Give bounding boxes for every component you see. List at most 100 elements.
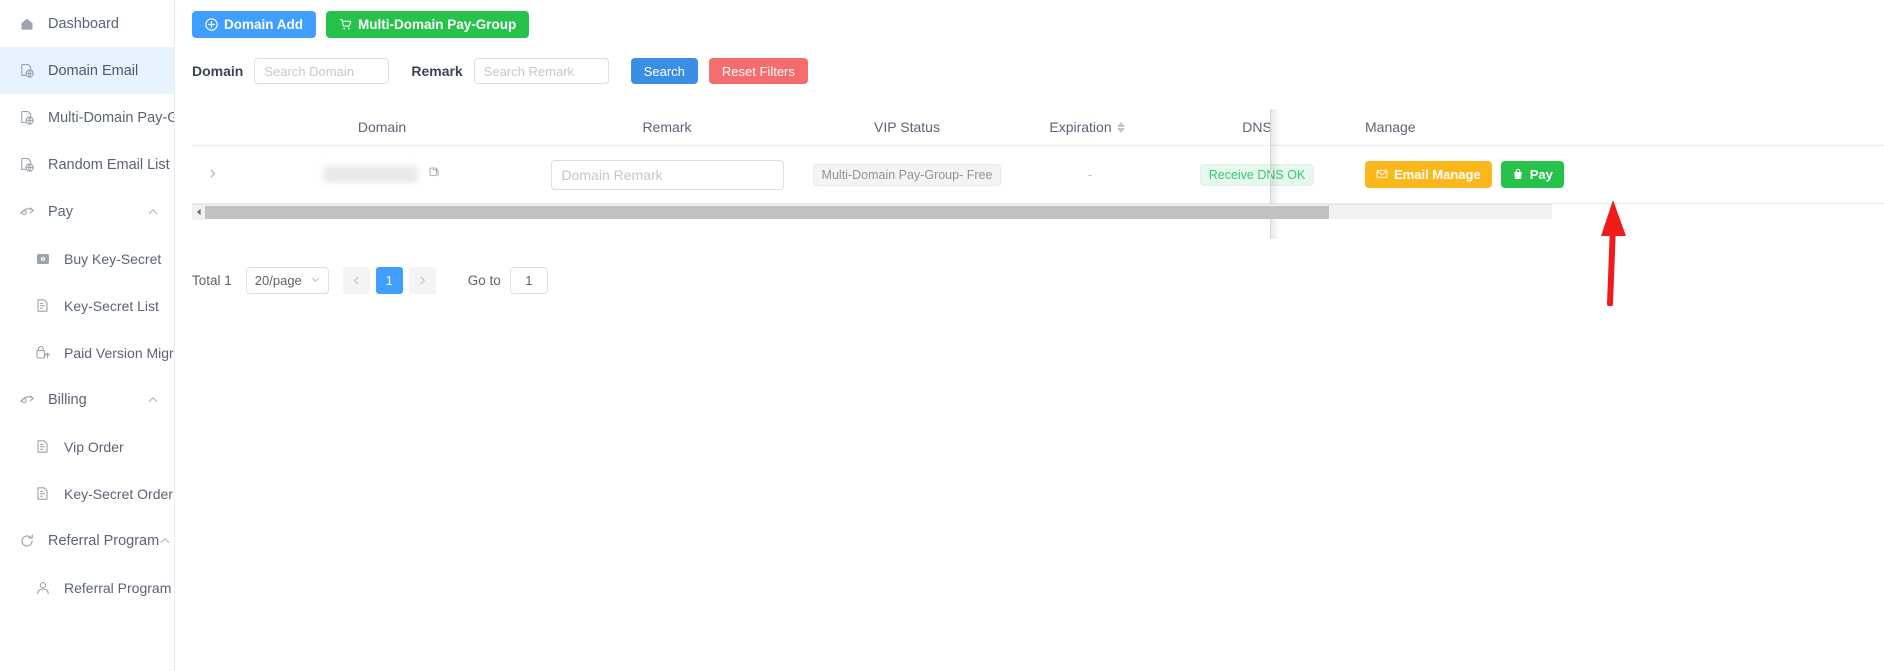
chevron-right-icon[interactable] [207, 167, 218, 182]
multi-domain-pay-group-label: Multi-Domain Pay-Group [358, 16, 517, 32]
row-manage-cell: Email Manage Pay [1352, 161, 1682, 188]
sidebar-item-buy-key-secret[interactable]: Buy Key-Secret [0, 235, 174, 282]
home-icon [18, 15, 35, 32]
sidebar-item-label: Paid Version Migration [64, 344, 174, 361]
sidebar-item-multi-domain-pay-group[interactable]: Multi-Domain Pay-Group [0, 94, 174, 141]
sidebar-item-domain-email[interactable]: Domain Email [0, 47, 174, 94]
sidebar-item-label: Key-Secret List [64, 297, 159, 314]
domain-value-redacted [323, 166, 418, 183]
domain-search-input[interactable] [254, 58, 390, 84]
sidebar-item-key-secret-list[interactable]: Key-Secret List [0, 282, 174, 329]
filter-bar: Domain Remark Search Reset Filters [175, 38, 1884, 84]
pagination-goto-input[interactable] [509, 267, 548, 294]
reset-filters-button[interactable]: Reset Filters [708, 58, 808, 84]
table-row: Multi-Domain Pay-Group- Free - Receive D… [192, 109, 1884, 239]
expiration-value: - [1087, 167, 1093, 182]
list-doc-icon [34, 297, 51, 314]
pay-label: Pay [1529, 167, 1553, 182]
pay-icon [18, 391, 35, 408]
upgrade-icon [34, 344, 51, 361]
pay-icon [18, 203, 35, 220]
domain-add-label: Domain Add [224, 16, 303, 32]
manage-column-divider [1270, 109, 1271, 239]
scrollbar-thumb[interactable] [205, 205, 1329, 219]
row-domain-cell [232, 166, 532, 184]
copy-icon[interactable] [428, 166, 441, 184]
multi-domain-pay-group-button[interactable]: Multi-Domain Pay-Group [326, 11, 530, 38]
sidebar-item-label: Referral Program [48, 532, 160, 549]
page-size-select[interactable]: 20/page [245, 267, 329, 294]
domain-filter-label: Domain [192, 63, 244, 79]
vip-status-badge: Multi-Domain Pay-Group- Free [812, 163, 1002, 186]
chevron-left-icon[interactable] [192, 204, 205, 220]
sidebar-item-paid-version-migration[interactable]: Paid Version Migration [0, 329, 174, 376]
sidebar-item-vip-order[interactable]: Vip Order [0, 423, 174, 470]
table-header-row: Domain Remark VIP Status Expiration DNS … [192, 109, 1884, 145]
sidebar-nav-list: Dashboard Domain Email Multi-Domain Pay-Gr… [0, 0, 174, 611]
sidebar-item-random-email-list[interactable]: Random Email List [0, 141, 174, 188]
table-header-expiration[interactable]: Expiration [1012, 119, 1162, 135]
sidebar-item-label: Pay [48, 203, 73, 220]
pagination-page-1[interactable]: 1 [375, 267, 403, 294]
globe-doc-icon [18, 156, 35, 173]
sidebar-item-billing[interactable]: Billing [0, 376, 174, 423]
card-icon [34, 250, 51, 267]
remark-search-input[interactable] [473, 58, 609, 84]
refresh-icon [18, 532, 35, 549]
table-body: Multi-Domain Pay-Group- Free - Receive D… [192, 109, 1884, 239]
horizontal-scrollbar[interactable] [192, 204, 1552, 220]
search-button[interactable]: Search [630, 58, 698, 84]
list-doc-icon [34, 438, 51, 455]
list-doc-icon [34, 485, 51, 502]
remark-filter-label: Remark [411, 63, 463, 79]
sidebar: Dashboard Domain Email Multi-Domain Pay-Gr… [0, 0, 175, 671]
email-manage-button[interactable]: Email Manage [1365, 161, 1492, 188]
globe-doc-icon [18, 109, 35, 126]
row-expander[interactable] [192, 167, 232, 182]
sort-icon[interactable] [1116, 121, 1125, 133]
table-header-remark: Remark [642, 119, 692, 135]
app-root: Dashboard Domain Email Multi-Domain Pay-Gr… [0, 0, 1884, 671]
sidebar-item-label: Referral Program [64, 579, 172, 596]
sidebar-item-label: Multi-Domain Pay-Group [48, 109, 174, 126]
globe-doc-icon [18, 62, 35, 79]
chevron-up-icon[interactable] [159, 535, 171, 547]
dns-status-badge: Receive DNS OK [1199, 163, 1315, 186]
row-vip-status-cell: Multi-Domain Pay-Group- Free [802, 163, 1012, 186]
envelope-icon [1376, 168, 1388, 182]
page-size-value: 20/page [254, 273, 302, 288]
sidebar-item-label: Dashboard [48, 15, 119, 32]
sidebar-item-dashboard[interactable]: Dashboard [0, 0, 174, 47]
pagination-next-button[interactable] [408, 267, 436, 294]
chevron-up-icon[interactable] [146, 206, 160, 218]
sidebar-item-label: Random Email List [48, 156, 170, 173]
pagination-total: Total 1 [192, 273, 232, 288]
sidebar-item-pay[interactable]: Pay [0, 188, 174, 235]
sidebar-item-label: Buy Key-Secret [64, 250, 162, 267]
sidebar-item-key-secret-order[interactable]: Key-Secret Order [0, 470, 174, 517]
pagination-prev-button[interactable] [342, 267, 370, 294]
chevron-up-icon[interactable] [146, 394, 160, 406]
action-toolbar: Domain Add Multi-Domain Pay-Group [175, 0, 1884, 38]
sidebar-item-referral-program[interactable]: Referral Program [0, 517, 174, 564]
row-dns-cell: Receive DNS OK [1162, 163, 1352, 186]
domain-table: Domain Remark VIP Status Expiration DNS … [192, 109, 1884, 239]
bag-icon [1512, 168, 1524, 182]
table-header-dns: DNS [1242, 119, 1272, 135]
sidebar-item-label: Vip Order [64, 438, 124, 455]
chevron-down-icon [311, 275, 320, 287]
pay-button[interactable]: Pay [1500, 161, 1564, 188]
main-content: Domain Add Multi-Domain Pay-Group Domain… [175, 0, 1884, 671]
domain-add-button[interactable]: Domain Add [192, 11, 316, 38]
sidebar-item-label: Domain Email [48, 62, 139, 79]
domain-remark-input[interactable] [550, 159, 784, 190]
sidebar-item-label: Key-Secret Order [64, 485, 173, 502]
table-header-manage: Manage [1365, 119, 1416, 135]
row-remark-cell [532, 159, 802, 190]
table-header-vip-status: VIP Status [874, 119, 940, 135]
sidebar-item-referral-program[interactable]: Referral Program [0, 564, 174, 611]
cart-icon [339, 18, 352, 31]
pagination: Total 1 20/page 1 Go to [192, 267, 1884, 294]
plus-circle-icon [205, 18, 218, 31]
sidebar-item-label: Billing [48, 391, 87, 408]
